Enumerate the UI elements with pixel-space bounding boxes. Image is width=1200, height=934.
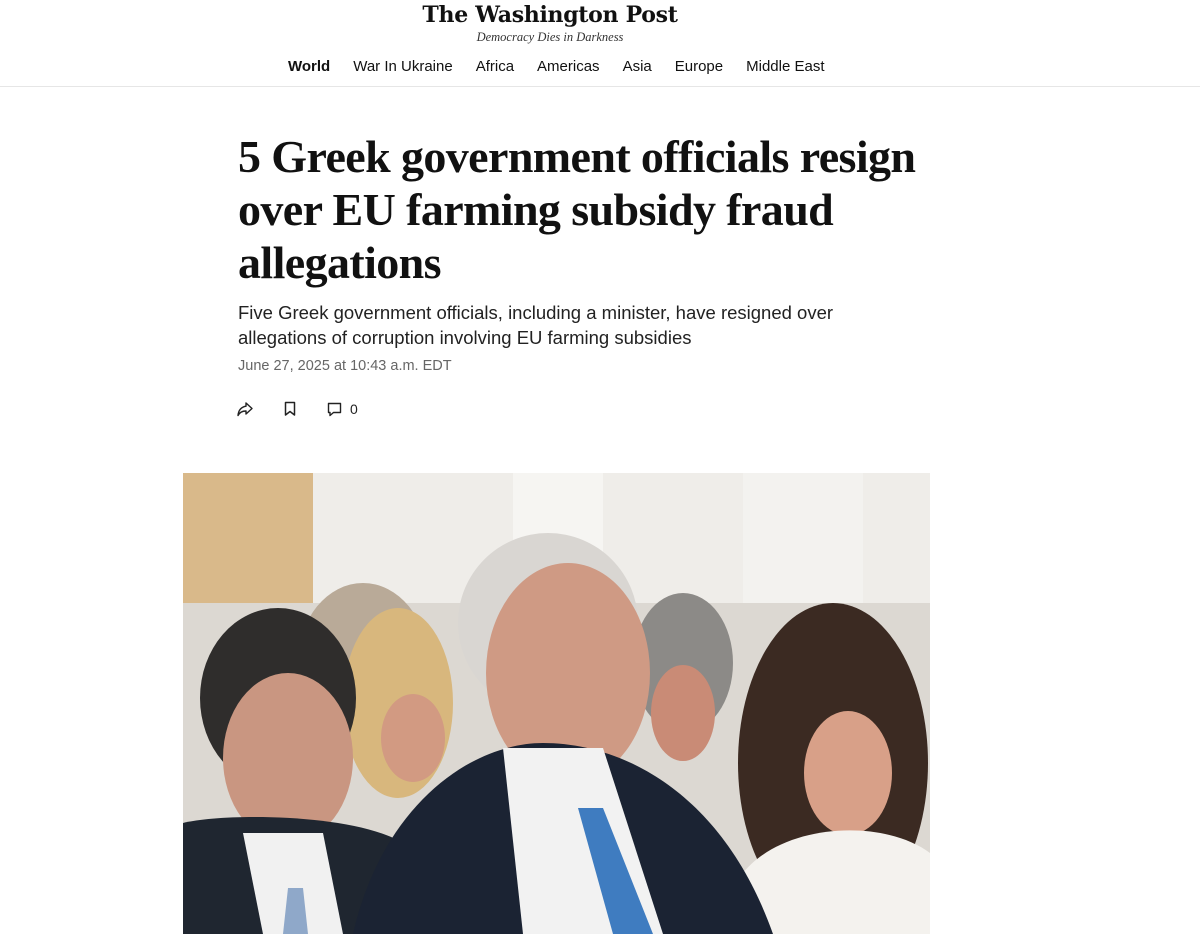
comments-button[interactable]: 0 xyxy=(326,401,358,418)
comment-icon xyxy=(326,401,343,418)
article-actions: 0 xyxy=(236,398,386,420)
bookmark-icon xyxy=(282,400,298,418)
article-subheadline: Five Greek government officials, includi… xyxy=(238,302,834,348)
share-icon xyxy=(236,400,254,418)
save-button[interactable] xyxy=(282,400,298,418)
nav-item-americas[interactable]: Americas xyxy=(537,58,600,75)
masthead: The Washington Post Democracy Dies in Da… xyxy=(0,0,1200,87)
comment-count: 0 xyxy=(350,401,358,417)
site-logo[interactable]: The Washington Post xyxy=(0,2,1100,28)
site-tagline: Democracy Dies in Darkness xyxy=(476,30,624,44)
nav-item-europe[interactable]: Europe xyxy=(675,58,723,75)
section-nav: World War In Ukraine Africa Americas Asi… xyxy=(288,58,848,75)
nav-item-world[interactable]: World xyxy=(288,58,330,75)
nav-item-war-in-ukraine[interactable]: War In Ukraine xyxy=(353,58,452,75)
article-headline: 5 Greek government officials resign over… xyxy=(238,131,916,288)
nav-item-asia[interactable]: Asia xyxy=(623,58,652,75)
lead-photo xyxy=(183,473,930,934)
share-button[interactable] xyxy=(236,400,254,418)
nav-item-middle-east[interactable]: Middle East xyxy=(746,58,824,75)
article-dateline: June 27, 2025 at 10:43 a.m. EDT xyxy=(238,358,452,374)
nav-item-africa[interactable]: Africa xyxy=(476,58,514,75)
